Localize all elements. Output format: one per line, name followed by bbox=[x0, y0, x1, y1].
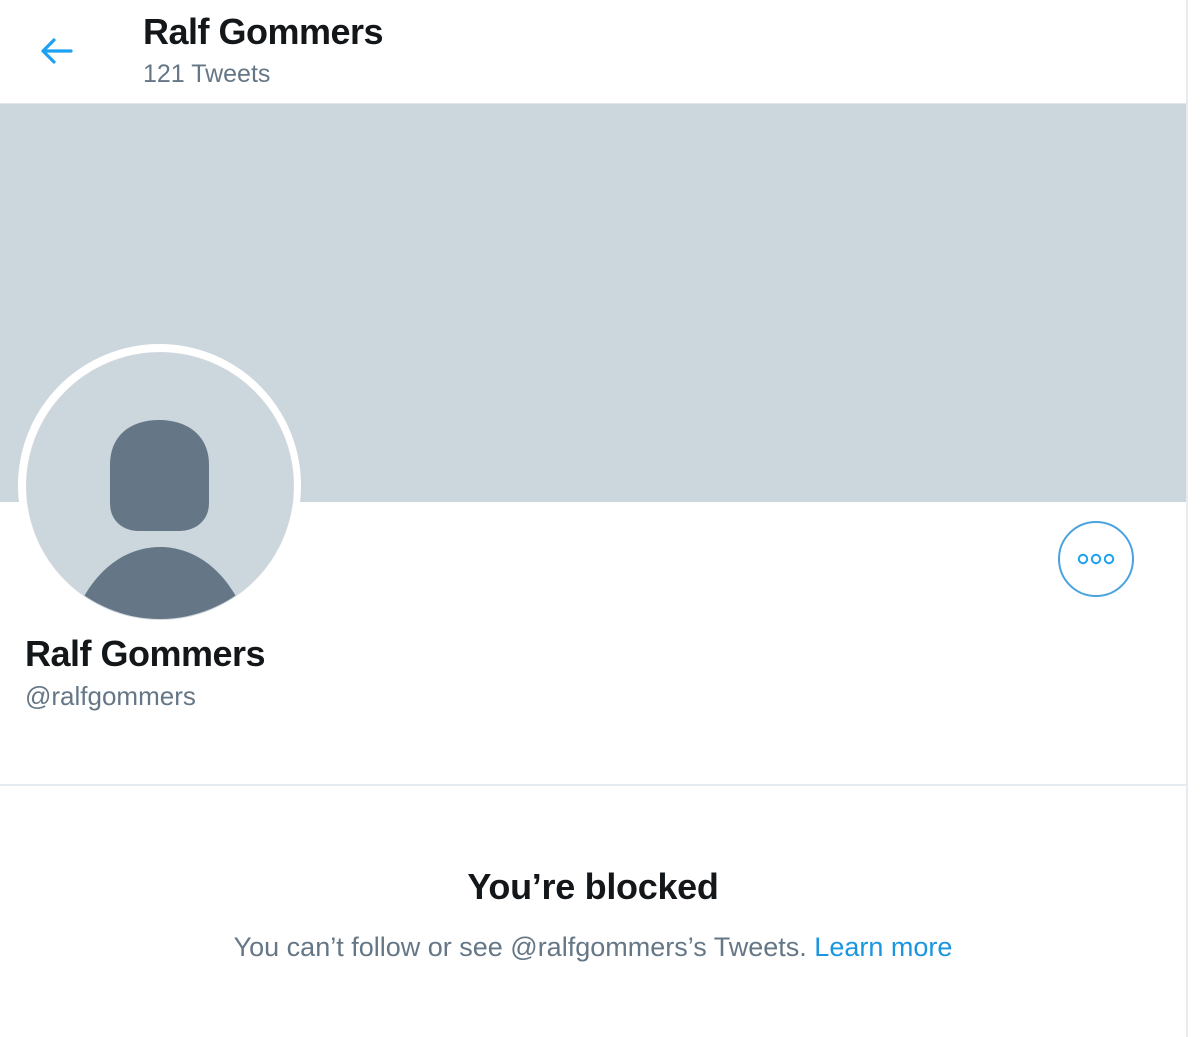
blocked-message-text: You can’t follow or see @ralfgommers’s T… bbox=[233, 932, 807, 962]
profile-name: Ralf Gommers bbox=[25, 633, 266, 674]
tweet-count: 121 Tweets bbox=[143, 60, 271, 88]
more-options-button[interactable] bbox=[1058, 521, 1134, 597]
learn-more-link[interactable]: Learn more bbox=[814, 932, 952, 962]
back-button[interactable] bbox=[30, 27, 82, 75]
profile-header: Ralf Gommers 121 Tweets bbox=[0, 0, 1186, 103]
column-border bbox=[1186, 0, 1188, 1037]
avatar[interactable] bbox=[18, 344, 301, 627]
divider bbox=[0, 784, 1186, 786]
default-profile-icon bbox=[25, 351, 294, 620]
avatar-silhouette-icon bbox=[78, 419, 241, 619]
profile-handle: @ralfgommers bbox=[25, 681, 196, 711]
arrow-left-icon bbox=[41, 38, 73, 64]
profile-page: Ralf Gommers 121 Tweets Ralf Gommers @ra… bbox=[0, 0, 1200, 1037]
more-horizontal-icon bbox=[1077, 553, 1115, 565]
blocked-message: You can’t follow or see @ralfgommers’s T… bbox=[0, 932, 1186, 963]
blocked-title: You’re blocked bbox=[467, 866, 719, 907]
header-title: Ralf Gommers bbox=[143, 11, 384, 52]
